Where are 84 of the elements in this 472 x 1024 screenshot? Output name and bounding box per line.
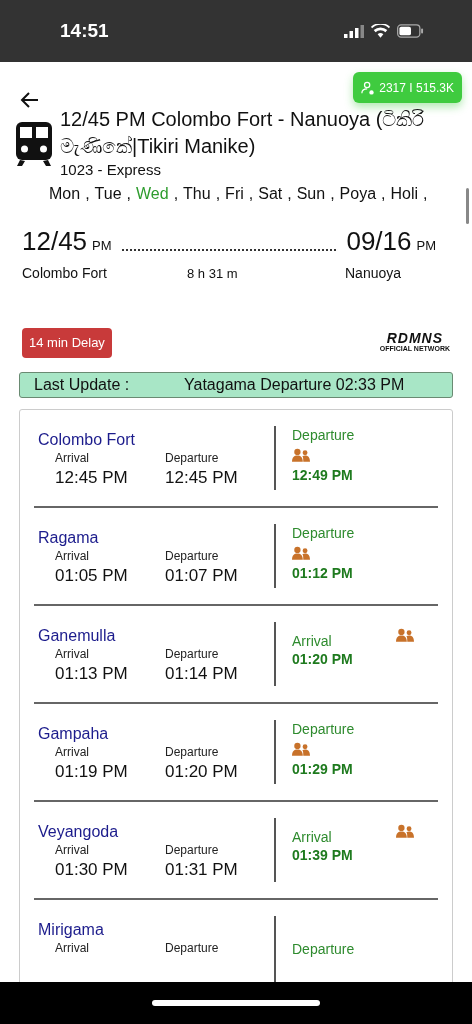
day-label: Sun (296, 185, 326, 202)
departure-label: Departure (165, 645, 220, 662)
scroll-bar (466, 188, 469, 224)
station-name: Gampaha (38, 723, 110, 744)
departure-label: Departure (165, 547, 220, 564)
scheduled-departure: 12:45 PM (165, 466, 238, 489)
user-icon (361, 80, 376, 95)
arrival-label: Arrival (55, 449, 90, 466)
arrival-time: 09/16 (346, 225, 412, 258)
train-number: 1023 - Express (60, 160, 162, 180)
scheduled-departure: 01:07 PM (165, 564, 238, 587)
separator: , (381, 185, 386, 202)
origin-station: Colombo Fort (22, 264, 108, 283)
departure-label: Departure (165, 449, 220, 466)
separator: , (126, 185, 131, 202)
separator: , (215, 185, 221, 202)
separator: , (248, 185, 254, 202)
actual-time: 01:29 PM (292, 759, 353, 778)
scheduled-arrival: 01:05 PM (55, 564, 129, 587)
back-arrow-icon (20, 90, 40, 110)
train-title: 12/45 PM Colombo Fort - Nanuoya (ටිකිරි මැණිකේ|Tikiri Manike) (60, 107, 426, 159)
actual-time: 12:49 PM (292, 465, 353, 484)
scheduled-arrival: 01:30 PM (55, 858, 129, 881)
arrival-label: Arrival (55, 547, 90, 564)
people-icon (292, 545, 310, 561)
separator: , (85, 185, 90, 202)
time-suffix: PM (92, 237, 112, 255)
journey-duration: 8 h 31 m (187, 264, 239, 283)
scheduled-departure: 01:20 PM (165, 760, 238, 783)
scheduled-arrival: 01:19 PM (55, 760, 129, 783)
separator: , (287, 185, 292, 202)
day-label: Mon (49, 185, 81, 202)
people-icon (292, 741, 310, 757)
arrival-label: Arrival (55, 939, 90, 956)
day-label: Thu (183, 185, 211, 202)
actual-time: 01:20 PM (292, 649, 353, 668)
departure-label: Departure (165, 743, 220, 760)
clock: 14:51 (60, 18, 109, 43)
arrival-label: Arrival (55, 743, 90, 760)
station-name: Veyangoda (38, 821, 120, 842)
day-label: Fri (225, 185, 244, 202)
time-suffix: PM (416, 237, 436, 255)
people-icon (396, 627, 414, 643)
departure-time: 12/45 (22, 225, 88, 258)
people-icon (292, 447, 310, 463)
station-name: Ganemulla (38, 625, 117, 646)
signal-icon (344, 24, 364, 38)
back-button[interactable] (20, 90, 40, 110)
separator: , (330, 185, 335, 202)
arrival-label: Arrival (55, 645, 90, 662)
destination-station: Nanuoya (345, 264, 402, 283)
status-label: Departure (292, 939, 355, 958)
scheduled-departure: 01:31 PM (165, 858, 238, 881)
last-update-label: Last Update : (34, 374, 131, 395)
departure-label: Departure (165, 841, 220, 858)
delay-badge: 14 min Delay (22, 328, 112, 358)
day-label: Tue (94, 185, 122, 202)
separator: , (423, 185, 428, 202)
last-update-value: Yatagama Departure 02:33 PM (184, 374, 405, 395)
station-name: Colombo Fort (38, 429, 136, 450)
actual-time: 01:12 PM (292, 563, 353, 582)
station-name: Ragama (38, 527, 100, 548)
people-icon (396, 823, 414, 839)
scheduled-arrival: 01:13 PM (55, 662, 129, 685)
departure-label: Departure (165, 939, 219, 956)
day-label: Poya (339, 185, 377, 202)
actual-time: 01:39 PM (292, 845, 353, 864)
station-name: Mirigama (38, 919, 105, 940)
views-badge: 2317 I 515.3K (353, 72, 462, 103)
day-label: Sat (258, 185, 283, 202)
scheduled-arrival: 12:45 PM (55, 466, 129, 489)
status-label: Departure (292, 425, 355, 444)
separator: , (173, 185, 179, 202)
day-label: Wed (136, 185, 169, 202)
battery-icon (397, 24, 424, 38)
status-label: Departure (292, 523, 355, 542)
train-icon (16, 122, 52, 166)
arrival-label: Arrival (55, 841, 90, 858)
status-label: Departure (292, 719, 355, 738)
day-label: Holi (390, 185, 419, 202)
status-label: Arrival (292, 631, 332, 650)
wifi-icon (371, 24, 390, 38)
scheduled-departure: 01:14 PM (165, 662, 238, 685)
status-label: Arrival (292, 827, 332, 846)
